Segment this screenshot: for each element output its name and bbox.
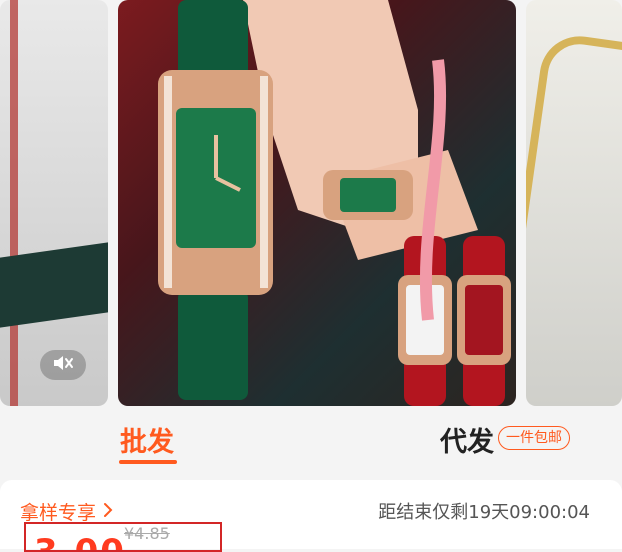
carousel-thumbnail-right[interactable]: [526, 0, 622, 406]
chevron-right-icon: [102, 501, 114, 523]
free-shipping-badge: 一件包邮: [498, 426, 570, 450]
speaker-muted-icon: [52, 353, 74, 377]
mute-button[interactable]: [40, 350, 86, 380]
product-main-image[interactable]: [118, 0, 516, 406]
sample-promo-panel: 拿样专享 距结束仅剩19天09:00:04 3.00 ¥4.85: [0, 480, 622, 552]
promo-countdown: 距结束仅剩19天09:00:04: [378, 502, 590, 523]
tab-wholesale[interactable]: 批发: [120, 420, 174, 459]
price-highlight-box: 3.00 ¥4.85: [24, 522, 222, 552]
watch-product-illustration: [158, 0, 511, 406]
carousel-thumbnail-left[interactable]: [0, 0, 108, 406]
right-image-bracelet: [526, 31, 622, 406]
tab-dropship[interactable]: 代发: [440, 420, 494, 459]
left-image-strap-detail: [10, 0, 18, 406]
original-price: ¥4.85: [124, 524, 170, 543]
sample-exclusive-link[interactable]: 拿样专享: [20, 498, 114, 525]
active-tab-indicator: [119, 460, 177, 464]
purchase-mode-tabs: 批发 代发 一件包邮: [0, 412, 622, 470]
current-price: 3.00: [34, 532, 126, 552]
sample-exclusive-label: 拿样专享: [20, 502, 97, 524]
left-image-strap: [0, 242, 108, 328]
